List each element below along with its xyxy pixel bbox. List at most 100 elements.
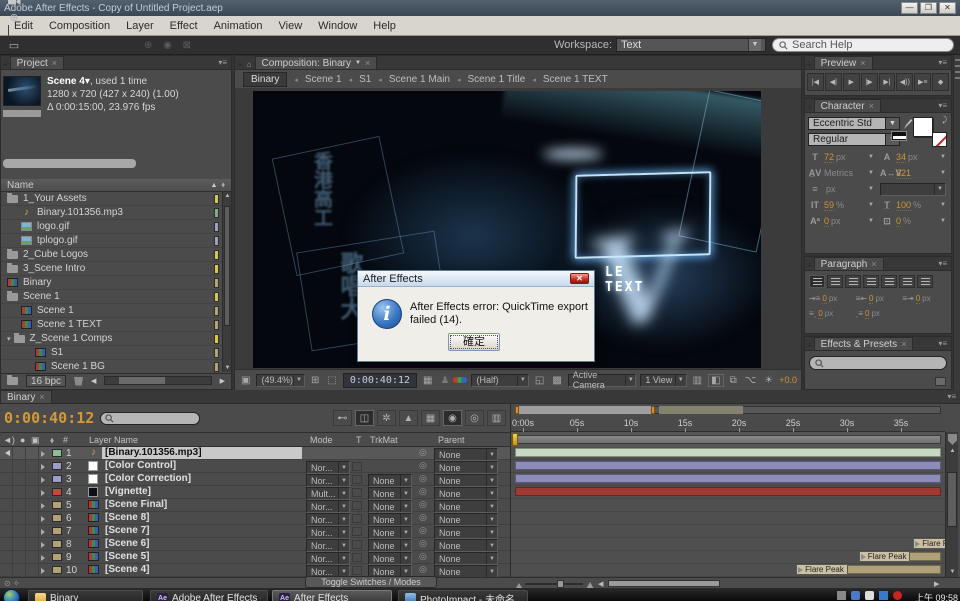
taskbar-clock[interactable]: 上午 09:58 (915, 591, 958, 601)
label-color-chip[interactable] (52, 540, 62, 548)
label-color-chip[interactable] (214, 334, 219, 344)
audio-video-cell[interactable] (0, 473, 13, 485)
layer-duration-bar[interactable] (515, 474, 941, 483)
close-icon[interactable]: × (52, 58, 57, 68)
label-color-chip[interactable] (214, 264, 219, 274)
label-color-chip[interactable] (214, 348, 219, 358)
swap-fill-stroke-icon[interactable]: ⤸ (942, 115, 947, 125)
expand-arrow-icon[interactable] (41, 555, 48, 561)
frame-blending-icon[interactable]: ▦ (421, 410, 440, 426)
current-time-indicator[interactable] (512, 433, 518, 446)
audio-video-cell[interactable] (0, 447, 13, 459)
taskbar-item[interactable]: PhotoImpact - 未命名 (398, 590, 528, 601)
dialog-close-button[interactable]: ✕ (570, 273, 589, 284)
project-item[interactable]: S1 (1, 346, 222, 360)
project-scrollbar[interactable]: ▲ ▼ (222, 192, 231, 372)
timeline-layer-row[interactable]: 3[Color Correction]Nor...▼None▼◎None▼ (0, 473, 510, 486)
zoom-slider-thumb[interactable] (557, 580, 564, 588)
project-item[interactable]: 2_Cube Logos (1, 248, 222, 262)
solo-cell[interactable] (13, 538, 26, 550)
layer-duration-bar[interactable] (515, 448, 941, 457)
audio-video-cell[interactable] (0, 486, 13, 498)
parent-pickwhip-icon[interactable]: ◎ (419, 473, 427, 484)
work-area-bar[interactable] (515, 435, 941, 444)
project-item[interactable]: 1_Your Assets (1, 192, 222, 206)
label-color-chip[interactable] (214, 320, 219, 330)
graph-editor-icon[interactable]: ▥ (487, 410, 506, 426)
audio-video-cell[interactable] (0, 551, 13, 563)
panel-menu-icon[interactable]: ▾≡ (214, 56, 231, 69)
chevron-down-icon[interactable]: ▼ (868, 170, 876, 176)
layer-marker-flag[interactable]: Flare Peak (859, 551, 911, 562)
tray-icon[interactable] (865, 591, 874, 600)
timeline-navigator[interactable] (511, 404, 945, 417)
expand-arrow-icon[interactable] (41, 490, 48, 496)
scroll-left-icon[interactable]: ◀ (91, 377, 96, 385)
paragraph-indent-first-line[interactable]: ≡⇤0px (856, 292, 901, 305)
label-color-chip[interactable] (52, 449, 62, 457)
timeline-button-icon[interactable]: ⧉ (728, 375, 739, 386)
live-update-icon[interactable]: ✲ (377, 410, 396, 426)
timeline-layer-row[interactable]: 9[Scene 5]Nor...▼None▼◎None▼ (0, 551, 510, 564)
menu-item-layer[interactable]: Layer (118, 18, 162, 34)
layer-marker-flag[interactable]: Flare Peak (796, 564, 848, 575)
close-icon[interactable]: × (365, 58, 370, 68)
flowchart-icon[interactable]: ⌥ (743, 375, 759, 386)
solo-cell[interactable] (13, 460, 26, 472)
project-search-field[interactable] (3, 159, 136, 168)
justify-last-center-button[interactable] (881, 275, 897, 288)
navigator-end-handle[interactable] (651, 406, 655, 414)
lock-cell[interactable] (26, 564, 39, 576)
stroke-style-dropdown[interactable]: ▼ (880, 183, 946, 196)
scrollbar-thumb[interactable] (947, 472, 957, 527)
solo-cell[interactable] (13, 525, 26, 537)
timeline-hscrollbar[interactable] (608, 580, 720, 587)
solo-cell[interactable] (13, 486, 26, 498)
timeline-layer-row[interactable]: 7[Scene 7]Nor...▼None▼◎None▼ (0, 525, 510, 538)
ram-preview-button[interactable]: ▶≡ (914, 73, 931, 91)
font-family-dropdown[interactable]: Eccentric Std▼ (808, 117, 900, 130)
preserve-transparency-cell[interactable] (352, 462, 362, 471)
view-layout-dropdown[interactable]: 1 View▼ (640, 374, 686, 387)
tray-alert-icon[interactable] (893, 591, 902, 600)
timeline-layer-row[interactable]: 2[Color Control]Nor...▼◎None▼ (0, 460, 510, 473)
audio-video-cell[interactable] (0, 499, 13, 511)
resolution-dropdown[interactable]: (Half)▼ (471, 374, 528, 387)
timeline-tab[interactable]: Binary× (0, 390, 52, 403)
timeline-layer-row[interactable]: 5[Scene Final]Nor...▼None▼◎None▼ (0, 499, 510, 512)
composition-mini-flowchart-icon[interactable]: ⊷ (333, 410, 352, 426)
justify-last-right-button[interactable] (899, 275, 915, 288)
show-snapshot-icon[interactable]: ♟ (438, 375, 451, 386)
menu-item-composition[interactable]: Composition (41, 18, 118, 34)
parent-header[interactable]: Parent (438, 435, 465, 445)
indent-left-margin-value[interactable]: 0 (822, 294, 826, 304)
tray-icon[interactable] (851, 591, 860, 600)
character-baseline-shift[interactable]: Aª0px▼ (808, 214, 876, 228)
work-area-row[interactable] (511, 432, 945, 447)
dialog-ok-button[interactable]: 確定 (448, 333, 500, 351)
layer-name-header[interactable]: Layer Name (89, 435, 138, 445)
navigator-start-handle[interactable] (515, 406, 519, 414)
lock-icon[interactable]: ⌂ (244, 60, 255, 69)
minimize-button[interactable]: — (901, 2, 918, 14)
layer-duration-bar[interactable] (515, 487, 941, 496)
align-right-button[interactable] (845, 275, 861, 288)
parent-pickwhip-icon[interactable]: ◎ (419, 512, 427, 523)
label-color-chip[interactable] (214, 362, 219, 372)
audio-video-cell[interactable] (0, 525, 13, 537)
sort-arrow-icon[interactable]: ▲ (210, 182, 217, 189)
snapshot-icon[interactable]: ▦ (421, 375, 434, 386)
scroll-right-icon[interactable]: ▶ (934, 580, 939, 588)
start-button[interactable] (3, 589, 20, 601)
panel-grip[interactable]: ≡ (1, 60, 10, 69)
project-item[interactable]: logo.gif (1, 220, 222, 234)
effects-search-input[interactable] (809, 356, 947, 370)
layer-name[interactable]: [Vignette] (102, 486, 154, 498)
breadcrumb-item-4[interactable]: Scene 1 Title (468, 74, 526, 85)
scroll-up-icon[interactable]: ▲ (946, 448, 959, 454)
audio-video-cell[interactable] (0, 538, 13, 550)
label-color-chip[interactable] (52, 553, 62, 561)
restore-button[interactable]: ❐ (920, 2, 937, 14)
timeline-zoom-slider[interactable] (516, 580, 594, 587)
tray-icon[interactable] (837, 591, 846, 600)
